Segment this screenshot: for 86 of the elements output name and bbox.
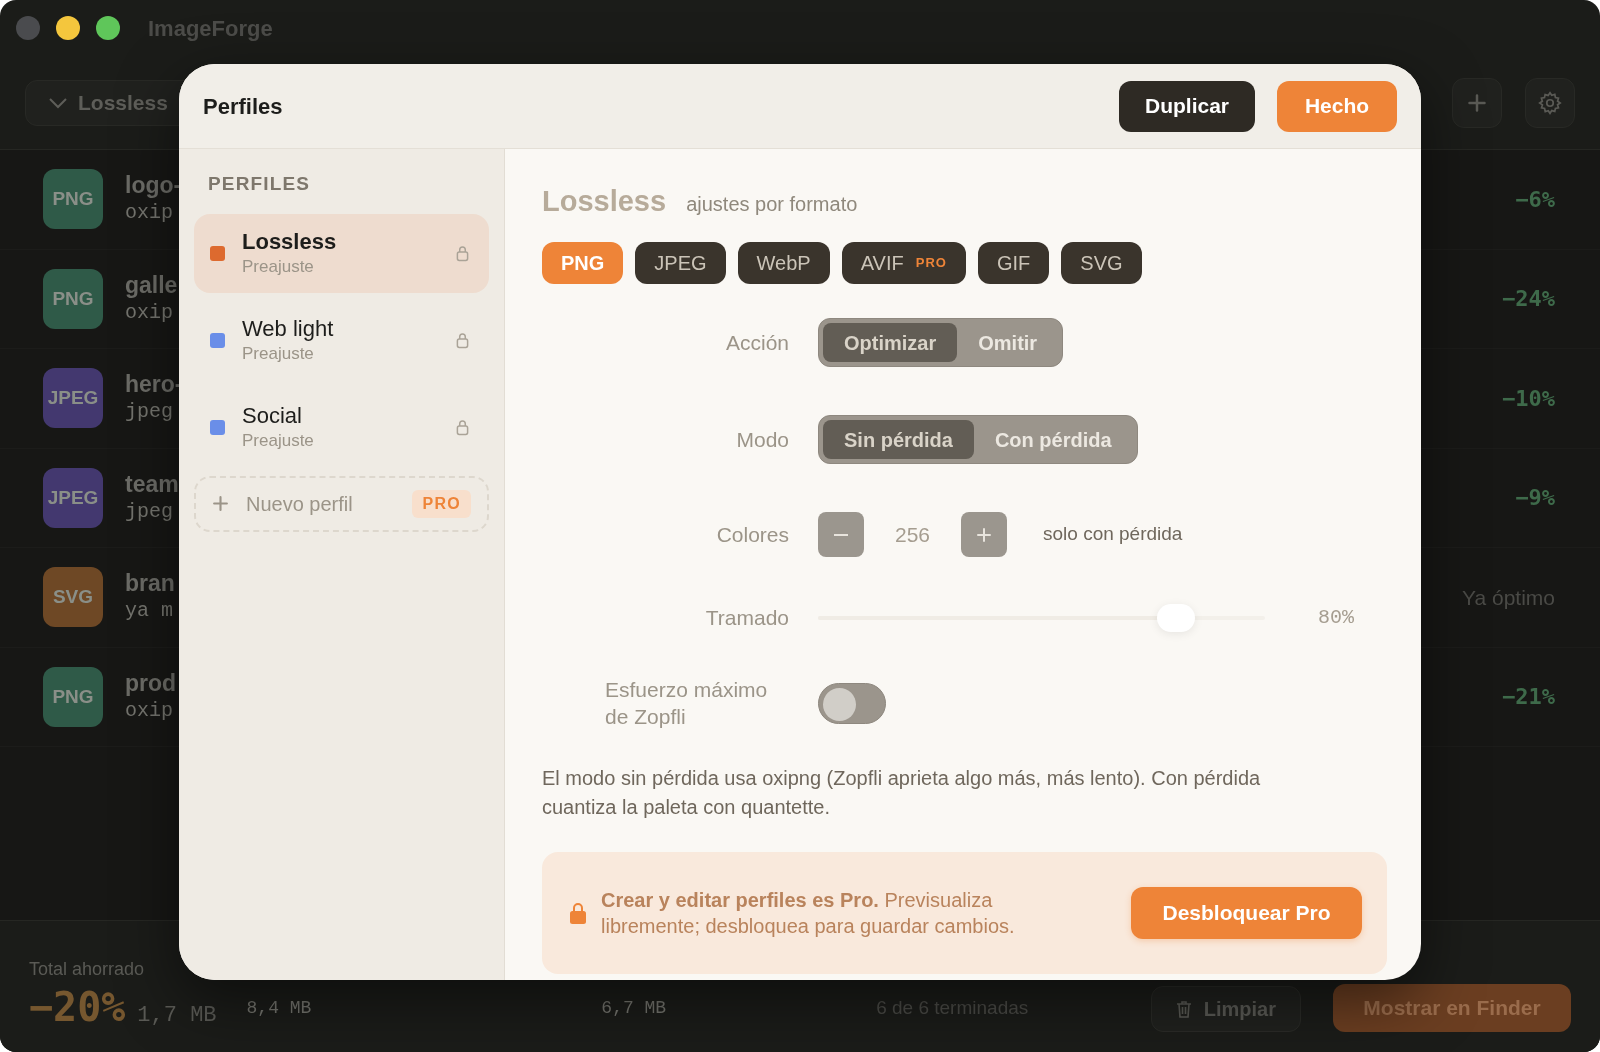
format-tab[interactable]: GIF — [977, 242, 1050, 284]
profile-item[interactable]: Social Preajuste — [194, 387, 489, 467]
format-badge: SVG — [43, 567, 103, 628]
file-name: logo- — [125, 171, 182, 200]
format-tab[interactable]: PNG — [542, 242, 624, 284]
savings-result: −6% — [1515, 185, 1555, 214]
setting-label: Tramado — [705, 605, 789, 632]
segment-option[interactable]: Con pérdida — [973, 420, 1133, 459]
pro-badge: PRO — [412, 489, 471, 518]
segment-option[interactable]: Sin pérdida — [823, 420, 974, 459]
decrease-button[interactable] — [818, 512, 864, 557]
chevron-down-icon — [48, 96, 68, 109]
pro-banner-text: Crear y editar perfiles es Pro. Previsualiza libremente; desbloquea para guardar cambios. — [601, 888, 1016, 939]
format-badge: JPEG — [43, 467, 103, 528]
add-button[interactable] — [1452, 77, 1502, 128]
file-detail: oxip — [125, 697, 174, 724]
setting-label: Acción — [725, 329, 789, 356]
file-name: bran — [125, 569, 175, 598]
profile-type: Preajuste — [242, 256, 315, 278]
duplicate-button[interactable]: Duplicar — [1119, 80, 1255, 132]
format-badge: PNG — [43, 666, 103, 727]
format-tab[interactable]: JPEG — [635, 242, 726, 284]
slider-value: 80% — [1318, 605, 1354, 631]
savings-result: −21% — [1502, 683, 1555, 712]
format-tab[interactable]: WebP — [737, 242, 830, 284]
optimized-size: 6,7 MB — [601, 997, 667, 1020]
format-badge: JPEG — [43, 368, 103, 429]
original-size: 8,4 MB — [246, 997, 312, 1020]
format-badge: PNG — [43, 169, 103, 230]
dialog-title: Perfiles — [203, 92, 283, 121]
minimize-button[interactable] — [56, 16, 80, 40]
plus-icon — [976, 526, 992, 543]
setting-label: Modo — [736, 426, 789, 453]
profile-item[interactable]: Lossless Preajuste — [194, 213, 489, 293]
dropdown-label: Lossless — [78, 89, 168, 116]
profile-name: Social — [242, 402, 303, 430]
toggle-switch[interactable] — [818, 682, 886, 724]
unlock-pro-button[interactable]: Desbloquear Pro — [1131, 887, 1362, 939]
file-detail: oxip — [125, 299, 174, 326]
segment-option[interactable]: Optimizar — [823, 323, 958, 362]
description-text: El modo sin pérdida usa oxipng (Zopfli aprieta algo más, más lento). Con pérdida cuantiza la paleta con quantette. — [542, 766, 1262, 820]
profile-name: Lossless — [242, 228, 337, 256]
lock-icon — [569, 901, 587, 925]
file-name: hero- — [125, 370, 183, 399]
zoom-button[interactable] — [96, 16, 120, 40]
file-detail: oxip — [125, 200, 174, 227]
plus-icon — [1467, 92, 1487, 113]
format-tab[interactable]: SVG — [1061, 242, 1142, 284]
total-saved: 1,7 MB — [137, 1002, 217, 1030]
sidebar-heading: PERFILES — [207, 172, 312, 196]
profile-item[interactable]: Web light Preajuste — [194, 300, 489, 380]
file-name: galle — [125, 270, 178, 299]
savings-result: −9% — [1515, 484, 1555, 513]
new-profile-button[interactable]: Nuevo perfil PRO — [194, 475, 489, 532]
colors-value: 256 — [893, 521, 931, 548]
savings-result: −24% — [1502, 285, 1555, 314]
plus-icon — [212, 495, 229, 512]
file-detail: jpeg — [125, 399, 174, 426]
segment-option[interactable]: Omitir — [957, 323, 1059, 362]
slider-thumb[interactable] — [1156, 604, 1195, 632]
total-percent: −20% — [29, 985, 126, 1029]
profile-title: Lossless — [542, 184, 667, 219]
profile-type: Preajuste — [242, 343, 315, 365]
trash-icon — [1175, 1000, 1192, 1018]
file-name: prod — [125, 668, 177, 697]
setting-note: solo con pérdida — [1043, 522, 1183, 547]
savings-result: −10% — [1502, 384, 1555, 413]
profile-subtitle: ajustes por formato — [686, 192, 858, 217]
new-profile-label: Nuevo perfil — [246, 491, 353, 517]
format-tab[interactable]: AVIF PRO — [841, 242, 966, 284]
setting-label: Esfuerzo máximo de Zopfli — [605, 677, 769, 730]
total-label: Total ahorrado — [29, 958, 146, 981]
pro-label: PRO — [915, 254, 947, 273]
settings-button[interactable] — [1525, 77, 1575, 128]
profile-type: Preajuste — [242, 430, 314, 452]
close-button[interactable] — [16, 16, 40, 40]
profile-name: Web light — [242, 315, 334, 343]
format-badge: PNG — [43, 268, 103, 329]
settings-icon — [1537, 89, 1563, 116]
file-detail: jpeg — [125, 498, 174, 525]
setting-label: Colores — [716, 521, 789, 548]
done-button[interactable]: Hecho — [1277, 80, 1397, 132]
file-name: team — [125, 469, 179, 498]
file-detail: ya m — [125, 598, 174, 625]
minus-icon — [833, 533, 849, 536]
increase-button[interactable] — [961, 512, 1007, 557]
